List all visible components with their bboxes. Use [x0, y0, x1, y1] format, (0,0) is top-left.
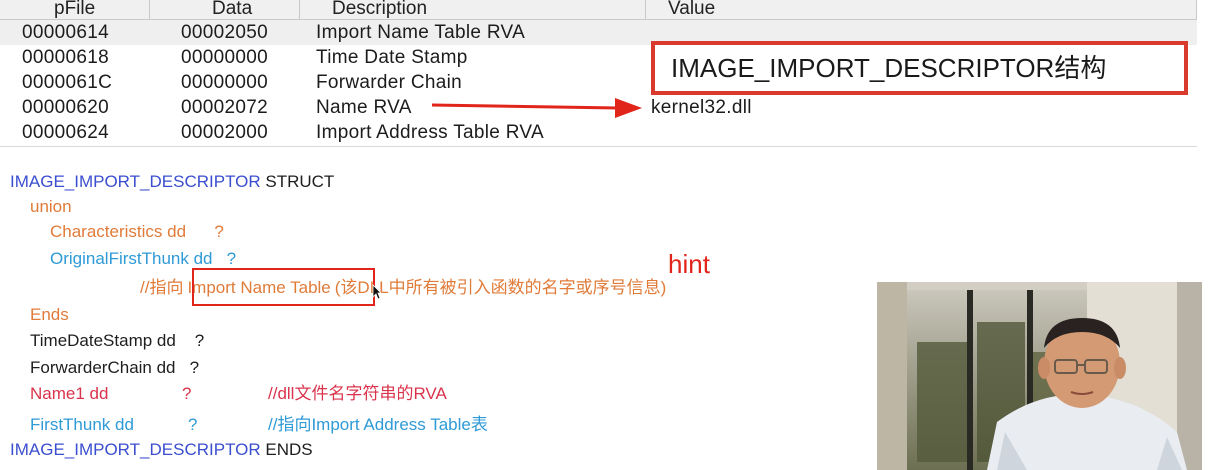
data-cell: 00002050	[181, 22, 268, 43]
firstthunk-field: FirstThunk dd	[30, 415, 134, 434]
code-line-timedatestamp: TimeDateStamp dd ?	[30, 331, 205, 350]
pfile-cell: 00000618	[22, 47, 109, 68]
struct-name-callout: IMAGE_IMPORT_DESCRIPTOR结构	[651, 41, 1188, 95]
ends-keyword: ENDS	[260, 440, 313, 459]
pe-structure-table: pFile Data Description Value 00000614 00…	[0, 0, 1197, 147]
comment-prefix: //指向	[140, 278, 184, 297]
code-line-originalfirstthunk: OriginalFirstThunk dd ?	[50, 249, 237, 268]
name1-field: Name1 dd	[30, 384, 109, 403]
code-line-ends-struct: IMAGE_IMPORT_DESCRIPTOR ENDS	[10, 440, 313, 460]
name1-value: ?	[182, 384, 192, 403]
struct-keyword: STRUCT	[260, 172, 335, 191]
struct-name: IMAGE_IMPORT_DESCRIPTOR	[10, 172, 261, 191]
code-line-struct: IMAGE_IMPORT_DESCRIPTOR STRUCT	[10, 172, 334, 192]
description-cell: Import Address Table RVA	[316, 122, 544, 143]
pfile-cell: 00000620	[22, 97, 109, 118]
column-header-value[interactable]: Value	[646, 0, 1197, 19]
column-header-pfile[interactable]: pFile	[0, 0, 150, 19]
comment-int-desc: (该DLL中所有被引入函数的名字或序号信息)	[334, 278, 667, 297]
pfile-cell: 0000061C	[22, 72, 113, 93]
table-row[interactable]: 00000624 00002000 Import Address Table R…	[0, 120, 1197, 145]
code-line-characteristics: Characteristics dd ?	[50, 222, 224, 241]
value-cell: kernel32.dll	[651, 97, 752, 118]
pfile-cell: 00000624	[22, 122, 109, 143]
struct-name-end: IMAGE_IMPORT_DESCRIPTOR	[10, 440, 261, 459]
firstthunk-comment: //指向Import Address Table表	[268, 415, 488, 434]
red-arrow-icon	[431, 98, 642, 118]
name1-comment: //dll文件名字符串的RVA	[268, 384, 447, 403]
code-line-union: union	[30, 197, 72, 216]
description-cell: Time Date Stamp	[316, 47, 468, 68]
hint-annotation: hint	[668, 249, 710, 279]
table-header: pFile Data Description Value	[0, 0, 1197, 20]
mouse-cursor-icon	[372, 284, 382, 300]
code-line-name1: Name1 dd	[30, 384, 108, 404]
description-cell: Forwarder Chain	[316, 72, 462, 93]
presenter-video-image	[877, 282, 1202, 470]
data-cell: 00002072	[181, 97, 268, 118]
data-cell: 00002000	[181, 122, 268, 143]
description-cell: Name RVA	[316, 97, 412, 118]
code-line-forwarderchain: ForwarderChain dd ?	[30, 358, 200, 377]
data-cell: 00000000	[181, 72, 268, 93]
description-cell: Import Name Table RVA	[316, 22, 526, 43]
data-cell: 00000000	[181, 47, 268, 68]
code-line-firstthunk: FirstThunk dd	[30, 415, 134, 435]
presenter-webcam	[877, 282, 1202, 470]
column-header-description[interactable]: Description	[300, 0, 646, 19]
code-line-ends: Ends	[30, 305, 69, 324]
column-header-data[interactable]: Data	[150, 0, 300, 19]
pfile-cell: 00000614	[22, 22, 109, 43]
firstthunk-value: ?	[188, 415, 198, 434]
import-name-table-highlight	[192, 268, 375, 306]
